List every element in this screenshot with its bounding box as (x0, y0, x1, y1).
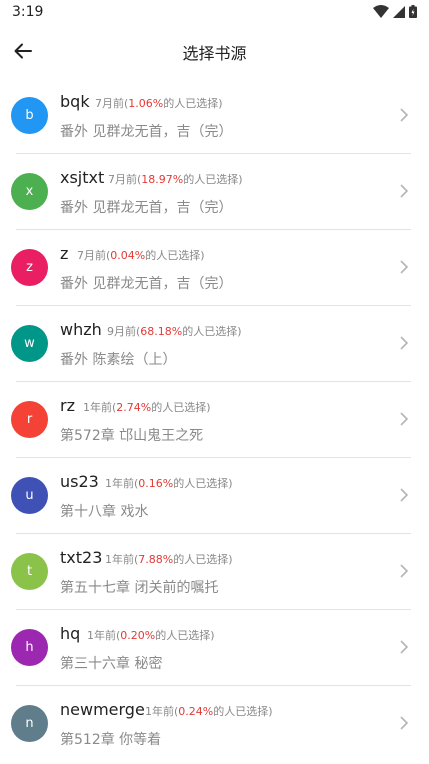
source-name: txt23 (60, 548, 103, 567)
selection-percent: 0.04% (110, 249, 146, 262)
selection-suffix: 的人已选择) (182, 325, 242, 338)
selection-suffix: 的人已选择) (183, 173, 243, 186)
page-title: 选择书源 (182, 44, 247, 63)
update-age: 1年前( (83, 401, 117, 414)
source-name: hq (60, 624, 81, 643)
latest-chapter: 番外 见群龙无首，吉（完） (60, 276, 233, 292)
list-item[interactable]: b bqk 7月前(1.06%的人已选择) 番外 见群龙无首，吉（完） (0, 78, 429, 154)
battery-icon (409, 5, 417, 18)
latest-chapter: 第512章 你等着 (60, 732, 162, 748)
chevron-right-icon (400, 260, 409, 274)
update-age: 7月前( (95, 97, 129, 110)
latest-chapter: 第三十六章 秘密 (60, 656, 163, 672)
avatar: w (11, 325, 48, 362)
app-bar: 选择书源 (0, 24, 429, 76)
source-meta: 7月前(1.06%的人已选择) (95, 95, 223, 111)
latest-chapter: 第五十七章 闭关前的嘱托 (60, 580, 219, 596)
list-item[interactable]: u us23 1年前(0.16%的人已选择) 第十八章 戏水 (0, 458, 429, 534)
selection-percent: 0.16% (138, 477, 174, 490)
source-name: rz (60, 396, 75, 415)
chevron-right-icon (400, 488, 409, 502)
source-name: newmerge (60, 700, 145, 719)
avatar: n (11, 705, 48, 742)
chevron-right-icon (400, 564, 409, 578)
source-meta: 1年前(2.74%的人已选择) (83, 399, 211, 415)
source-meta: 7月前(18.97%的人已选择) (108, 171, 243, 187)
selection-percent: 0.24% (178, 705, 214, 718)
list-item[interactable]: h hq 1年前(0.20%的人已选择) 第三十六章 秘密 (0, 610, 429, 686)
selection-suffix: 的人已选择) (173, 553, 233, 566)
source-name: us23 (60, 472, 99, 491)
selection-suffix: 的人已选择) (155, 629, 215, 642)
source-meta: 1年前(0.20%的人已选择) (87, 627, 215, 643)
source-meta: 7月前(0.04%的人已选择) (77, 247, 205, 263)
status-icons (373, 5, 417, 18)
update-age: 1年前( (105, 477, 139, 490)
source-meta: 9月前(68.18%的人已选择) (107, 323, 242, 339)
selection-suffix: 的人已选择) (173, 477, 233, 490)
chevron-right-icon (400, 184, 409, 198)
selection-suffix: 的人已选择) (163, 97, 223, 110)
update-age: 7月前( (77, 249, 111, 262)
selection-suffix: 的人已选择) (151, 401, 211, 414)
list-item[interactable]: t txt23 1年前(7.88%的人已选择) 第五十七章 闭关前的嘱托 (0, 534, 429, 610)
status-bar: 3:19 (0, 0, 429, 24)
avatar: t (11, 553, 48, 590)
update-age: 1年前( (145, 705, 179, 718)
latest-chapter: 第十八章 戏水 (60, 504, 149, 520)
chevron-right-icon (400, 336, 409, 350)
chevron-right-icon (400, 640, 409, 654)
source-meta: 1年前(0.24%的人已选择) (145, 703, 273, 719)
avatar: h (11, 629, 48, 666)
selection-percent: 2.74% (116, 401, 152, 414)
update-age: 7月前( (108, 173, 142, 186)
source-name: z (60, 244, 69, 263)
avatar: z (11, 249, 48, 286)
list-item[interactable]: z z 7月前(0.04%的人已选择) 番外 见群龙无首，吉（完） (0, 230, 429, 306)
chevron-right-icon (400, 412, 409, 426)
source-meta: 1年前(7.88%的人已选择) (105, 551, 233, 567)
selection-percent: 18.97% (141, 173, 184, 186)
update-age: 1年前( (87, 629, 121, 642)
avatar: u (11, 477, 48, 514)
selection-percent: 0.20% (120, 629, 156, 642)
avatar: r (11, 401, 48, 438)
avatar: b (11, 97, 48, 134)
chevron-right-icon (400, 716, 409, 730)
latest-chapter: 第572章 邙山鬼王之死 (60, 428, 204, 444)
latest-chapter: 番外 见群龙无首，吉（完） (60, 200, 233, 216)
selection-percent: 68.18% (140, 325, 183, 338)
update-age: 1年前( (105, 553, 139, 566)
selection-percent: 1.06% (128, 97, 164, 110)
source-meta: 1年前(0.16%的人已选择) (105, 475, 233, 491)
update-age: 9月前( (107, 325, 141, 338)
list-item[interactable]: w whzh 9月前(68.18%的人已选择) 番外 陈素绘（上） (0, 306, 429, 382)
list-item[interactable]: n newmerge 1年前(0.24%的人已选择) 第512章 你等着 (0, 686, 429, 762)
latest-chapter: 番外 见群龙无首，吉（完） (60, 124, 233, 140)
avatar: x (11, 173, 48, 210)
wifi-icon (373, 5, 389, 18)
source-name: whzh (60, 320, 102, 339)
source-name: bqk (60, 92, 90, 111)
selection-percent: 7.88% (138, 553, 174, 566)
list-item[interactable]: x xsjtxt 7月前(18.97%的人已选择) 番外 见群龙无首，吉（完） (0, 154, 429, 230)
list-item[interactable]: r rz 1年前(2.74%的人已选择) 第572章 邙山鬼王之死 (0, 382, 429, 458)
selection-suffix: 的人已选择) (213, 705, 273, 718)
chevron-right-icon (400, 108, 409, 122)
status-time: 3:19 (12, 4, 44, 20)
latest-chapter: 番外 陈素绘（上） (60, 352, 177, 368)
cell-signal-icon (393, 5, 405, 18)
selection-suffix: 的人已选择) (145, 249, 205, 262)
source-list: b bqk 7月前(1.06%的人已选择) 番外 见群龙无首，吉（完） x xsjtxt 7… (0, 78, 429, 762)
source-name: xsjtxt (60, 168, 105, 187)
